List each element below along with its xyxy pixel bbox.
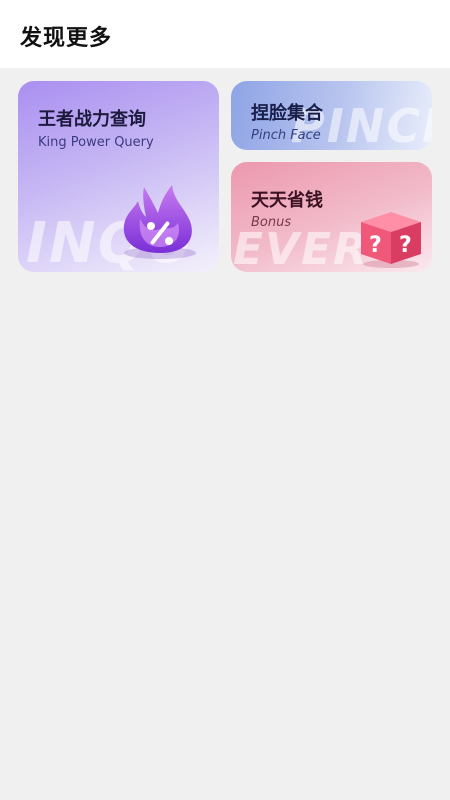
king-power-query-card[interactable]: INQU 王者战力查询 King Power Query <box>18 81 219 272</box>
card-title: 捏脸集合 <box>251 103 323 124</box>
fire-percent-icon <box>123 185 196 259</box>
page-title: 发现更多 <box>20 26 113 51</box>
header: 发现更多 <box>0 0 450 68</box>
card-title: 天天省钱 <box>251 190 323 211</box>
bonus-card[interactable]: EVER 天天省钱 Bonus ? ? <box>231 162 432 272</box>
card-subtitle: Bonus <box>251 215 292 230</box>
card-title: 王者战力查询 <box>38 109 146 130</box>
svg-text:?: ? <box>369 233 382 258</box>
pinch-face-card[interactable]: PINCH 捏脸集合 Pinch Face <box>231 81 432 150</box>
card-watermark: EVER <box>233 224 370 272</box>
card-subtitle: King Power Query <box>38 135 154 150</box>
svg-text:?: ? <box>399 233 412 258</box>
question-cube-icon: ? ? <box>361 212 421 268</box>
card-subtitle: Pinch Face <box>251 128 321 143</box>
